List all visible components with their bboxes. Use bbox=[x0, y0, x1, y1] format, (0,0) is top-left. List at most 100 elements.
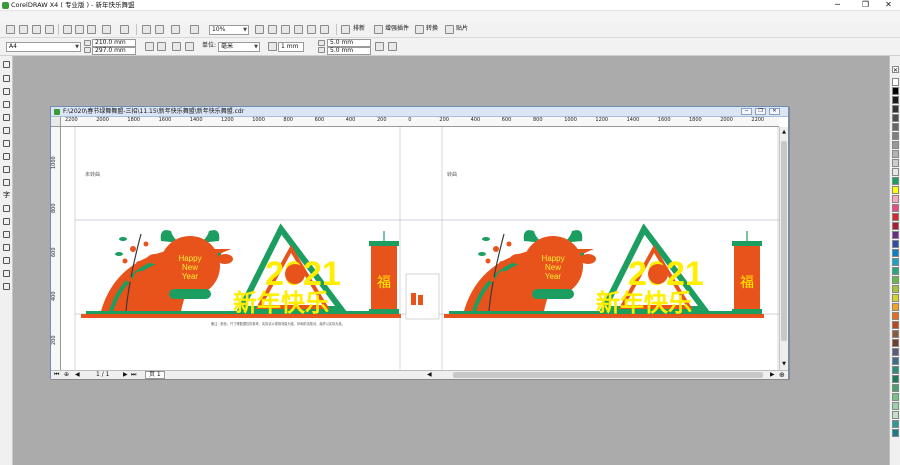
welcome-screen-icon[interactable] bbox=[190, 25, 199, 34]
table-tool-icon[interactable] bbox=[3, 205, 10, 212]
scroll-down-icon[interactable]: ▼ bbox=[781, 361, 787, 367]
zoom-out-icon[interactable] bbox=[294, 25, 303, 34]
color-swatch[interactable] bbox=[892, 258, 899, 266]
new-document-icon[interactable] bbox=[6, 25, 15, 34]
color-swatch[interactable] bbox=[892, 132, 899, 140]
print-icon[interactable] bbox=[45, 25, 54, 34]
color-swatch[interactable] bbox=[892, 420, 899, 428]
current-page-icon[interactable] bbox=[185, 42, 194, 51]
shape-tool-icon[interactable] bbox=[3, 75, 10, 82]
color-swatch[interactable] bbox=[892, 348, 899, 356]
all-pages-icon[interactable] bbox=[172, 42, 181, 51]
application-launcher-icon[interactable] bbox=[171, 25, 180, 34]
freehand-tool-icon[interactable] bbox=[3, 114, 10, 121]
color-swatch[interactable] bbox=[892, 141, 899, 149]
duplicate-x-field[interactable]: 5.0 mm bbox=[327, 39, 371, 47]
no-fill-swatch[interactable]: ✕ bbox=[892, 66, 899, 74]
color-swatch[interactable] bbox=[892, 123, 899, 131]
portrait-icon[interactable] bbox=[145, 42, 154, 51]
outline-tool-icon[interactable] bbox=[3, 270, 10, 277]
navigator-icon[interactable]: ⊕ bbox=[779, 371, 785, 379]
paste-plugin-icon[interactable] bbox=[445, 25, 454, 34]
color-swatch[interactable] bbox=[892, 330, 899, 338]
close-button[interactable]: ✕ bbox=[876, 0, 900, 11]
undo-icon[interactable] bbox=[102, 25, 111, 34]
rectangle-tool-icon[interactable] bbox=[3, 140, 10, 147]
color-swatch[interactable] bbox=[892, 276, 899, 284]
export-icon[interactable] bbox=[155, 25, 164, 34]
plugin-icon[interactable] bbox=[341, 25, 350, 34]
drawing-canvas[interactable]: 未转曲 转曲 Happy New Year 新年快乐 福 备注：颜色、尺寸等数据… bbox=[61, 127, 779, 370]
duplicate-y-field[interactable]: 5.0 mm bbox=[327, 47, 371, 55]
color-swatch[interactable] bbox=[892, 114, 899, 122]
first-page-icon[interactable]: ⏮ bbox=[54, 372, 59, 378]
horizontal-ruler[interactable]: 2200 2000 1800 1600 1400 1200 1000 800 600 400 200… bbox=[61, 117, 779, 127]
fill-tool-icon[interactable] bbox=[3, 283, 10, 290]
scroll-right-icon[interactable]: ▶ bbox=[770, 372, 775, 378]
ellipse-tool-icon[interactable] bbox=[3, 153, 10, 160]
color-swatch[interactable] bbox=[892, 411, 899, 419]
nudge-distance-field[interactable]: 1 mm bbox=[278, 42, 304, 52]
copy-icon[interactable] bbox=[75, 25, 84, 34]
enhance-plugin-label[interactable]: 增强插件 bbox=[385, 24, 409, 34]
color-swatch[interactable] bbox=[892, 267, 899, 275]
enhance-plugin-icon[interactable] bbox=[374, 25, 383, 34]
zoom-width-icon[interactable] bbox=[307, 25, 316, 34]
color-swatch[interactable] bbox=[892, 240, 899, 248]
ruler-origin[interactable] bbox=[51, 117, 61, 127]
color-swatch[interactable] bbox=[892, 96, 899, 104]
open-folder-icon[interactable] bbox=[19, 25, 28, 34]
last-page-icon[interactable]: ⏭ bbox=[131, 372, 136, 378]
maximize-button[interactable]: ❐ bbox=[853, 0, 878, 11]
connector-tool-icon[interactable] bbox=[3, 231, 10, 238]
doc-minimize-button[interactable]: ─ bbox=[741, 108, 752, 115]
color-swatch[interactable] bbox=[892, 339, 899, 347]
pick-tool-icon[interactable] bbox=[3, 61, 10, 68]
color-swatch[interactable] bbox=[892, 231, 899, 239]
color-swatch[interactable] bbox=[892, 366, 899, 374]
color-swatch[interactable] bbox=[892, 312, 899, 320]
snap-icon[interactable] bbox=[388, 42, 397, 51]
doc-close-button[interactable]: ✕ bbox=[769, 108, 780, 115]
color-swatch[interactable] bbox=[892, 87, 899, 95]
color-swatch[interactable] bbox=[892, 150, 899, 158]
units-combo[interactable]: 毫米 ▼ bbox=[218, 42, 260, 52]
interactive-blend-tool-icon[interactable] bbox=[3, 244, 10, 251]
polygon-tool-icon[interactable] bbox=[3, 166, 10, 173]
zoom-page-icon[interactable] bbox=[268, 25, 277, 34]
horizontal-scroll-thumb[interactable] bbox=[453, 372, 763, 378]
color-swatch[interactable] bbox=[892, 393, 899, 401]
color-swatch[interactable] bbox=[892, 384, 899, 392]
color-swatch[interactable] bbox=[892, 159, 899, 167]
convert-icon[interactable] bbox=[415, 25, 424, 34]
zoom-level-combo[interactable]: 10% ▼ bbox=[209, 25, 249, 35]
basic-shapes-tool-icon[interactable] bbox=[3, 179, 10, 186]
scroll-left-icon[interactable]: ◀ bbox=[427, 372, 432, 378]
landscape-icon[interactable] bbox=[157, 42, 166, 51]
vertical-scroll-thumb[interactable] bbox=[781, 141, 787, 341]
crop-tool-icon[interactable] bbox=[3, 88, 10, 95]
color-swatch[interactable] bbox=[892, 222, 899, 230]
plugin-button-label[interactable]: 排新 bbox=[353, 24, 365, 34]
color-swatch[interactable] bbox=[892, 168, 899, 176]
page-tab-1[interactable]: 页 1 bbox=[145, 371, 165, 379]
paste-plugin-label[interactable]: 贴片 bbox=[456, 24, 468, 34]
color-swatch[interactable] bbox=[892, 294, 899, 302]
save-icon[interactable] bbox=[32, 25, 41, 34]
zoom-height-icon[interactable] bbox=[320, 25, 329, 34]
eyedropper-tool-icon[interactable] bbox=[3, 257, 10, 264]
smart-fill-tool-icon[interactable] bbox=[3, 127, 10, 134]
vertical-scrollbar[interactable]: ▲ ▼ bbox=[779, 127, 788, 370]
color-swatch[interactable] bbox=[892, 402, 899, 410]
paper-size-combo[interactable]: A4 ▼ bbox=[6, 42, 81, 52]
color-swatch[interactable] bbox=[892, 105, 899, 113]
treat-as-filled-icon[interactable] bbox=[375, 42, 384, 51]
next-page-icon[interactable]: ▶ bbox=[123, 372, 128, 378]
color-swatch[interactable] bbox=[892, 249, 899, 257]
zoom-in-icon[interactable] bbox=[255, 25, 264, 34]
text-tool-icon[interactable]: 字 bbox=[3, 192, 10, 199]
color-swatch[interactable] bbox=[892, 285, 899, 293]
color-swatch[interactable] bbox=[892, 213, 899, 221]
zoom-tool-icon[interactable] bbox=[3, 101, 10, 108]
paste-icon[interactable] bbox=[87, 25, 96, 34]
